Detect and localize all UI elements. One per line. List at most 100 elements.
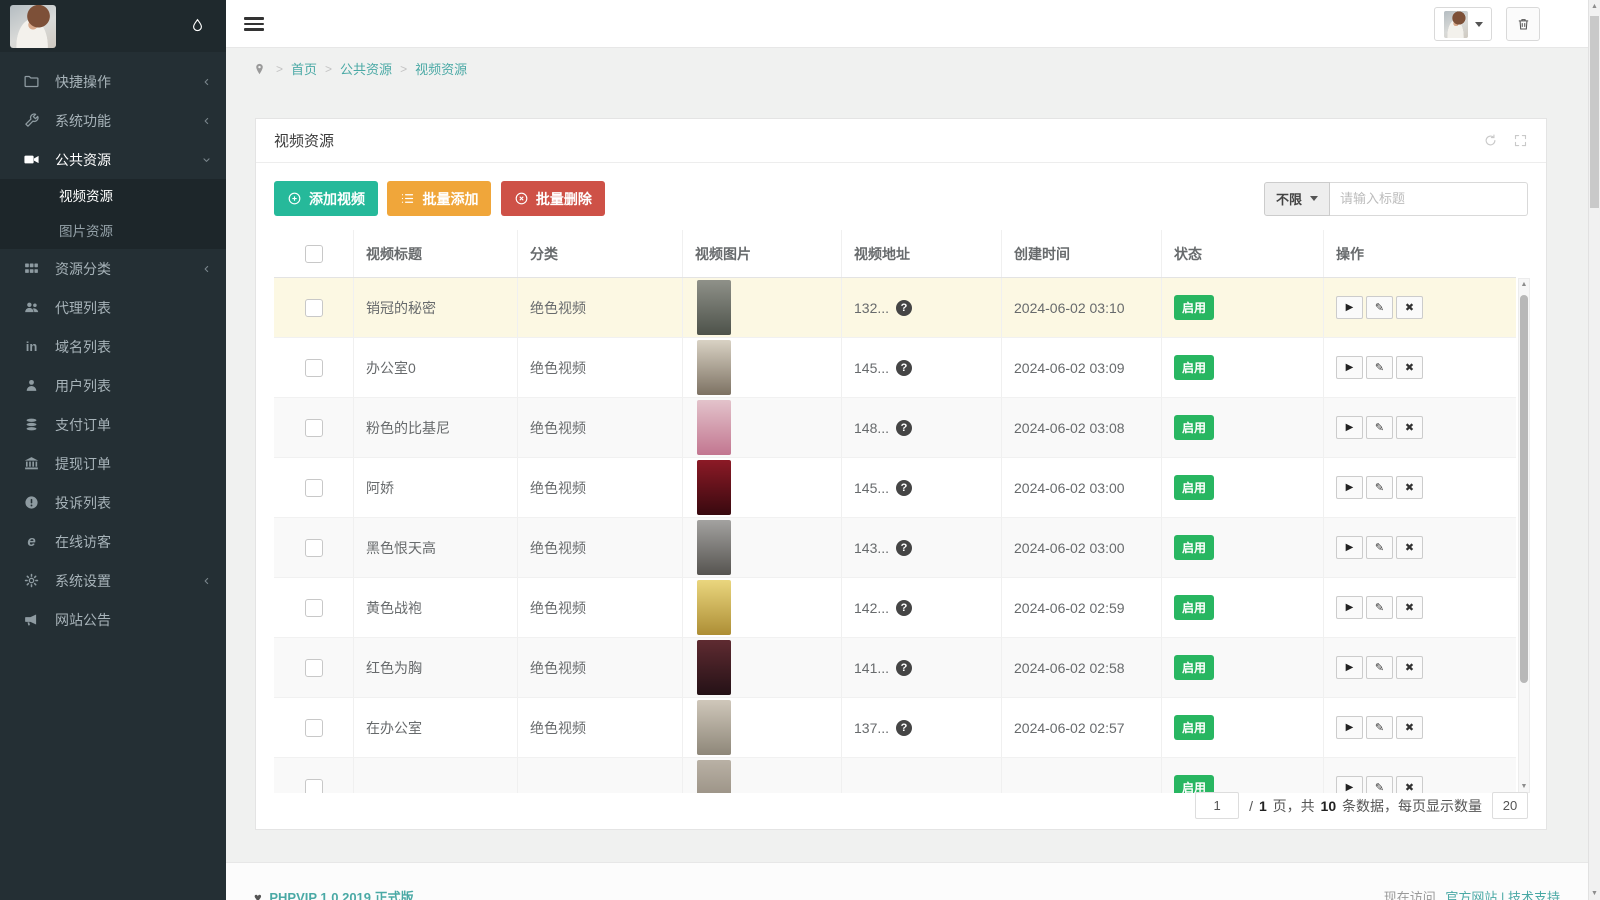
- trash-button[interactable]: [1506, 7, 1540, 41]
- play-button[interactable]: ▶: [1336, 356, 1363, 379]
- user-avatar-button[interactable]: [1434, 7, 1492, 41]
- sidebar-item-site-announcements[interactable]: 网站公告: [0, 600, 226, 639]
- status-badge: 启用: [1174, 595, 1215, 620]
- sidebar-item-system-settings[interactable]: 系统设置: [0, 561, 226, 600]
- play-button[interactable]: ▶: [1336, 536, 1363, 559]
- table-toolbar: 添加视频 批量添加 批量删除 不限: [274, 181, 1528, 216]
- select-all-checkbox[interactable]: [304, 244, 323, 263]
- delete-button[interactable]: ✖: [1396, 716, 1423, 739]
- page-input[interactable]: [1195, 792, 1240, 819]
- video-thumbnail[interactable]: [697, 760, 731, 793]
- footer-visitors-text: 现在访问: [1383, 890, 1436, 900]
- delete-button[interactable]: ✖: [1396, 596, 1423, 619]
- play-button[interactable]: ▶: [1336, 416, 1363, 439]
- sidebar-item-withdraw-orders[interactable]: 提现订单: [0, 444, 226, 483]
- scroll-down-arrow-icon[interactable]: ▼: [1519, 783, 1529, 790]
- edit-button[interactable]: ✎: [1366, 596, 1393, 619]
- sidebar-item-online-visitors[interactable]: e 在线访客: [0, 522, 226, 561]
- play-button[interactable]: ▶: [1336, 476, 1363, 499]
- edit-button[interactable]: ✎: [1366, 296, 1393, 319]
- edit-button[interactable]: ✎: [1366, 476, 1393, 499]
- sidebar-item-system-functions[interactable]: 系统功能: [0, 101, 226, 140]
- footer-left-link[interactable]: PHPVIP 1.0.2019 正式版: [269, 890, 413, 900]
- delete-button[interactable]: ✖: [1396, 416, 1423, 439]
- video-thumbnail[interactable]: [697, 700, 731, 755]
- expand-icon[interactable]: [1513, 133, 1528, 148]
- bullhorn-icon: [22, 611, 41, 628]
- logo-avatar[interactable]: [10, 4, 56, 48]
- hamburger-menu-button[interactable]: [244, 17, 264, 34]
- edit-button[interactable]: ✎: [1366, 776, 1393, 793]
- category-filter-dropdown[interactable]: 不限: [1263, 181, 1330, 216]
- row-checkbox[interactable]: [304, 358, 323, 377]
- row-checkbox[interactable]: [304, 298, 323, 317]
- column-header-title: 视频标题: [354, 230, 518, 277]
- play-button[interactable]: ▶: [1336, 716, 1363, 739]
- scroll-up-arrow-icon[interactable]: ▲: [1519, 281, 1529, 288]
- sidebar-item-resource-categories[interactable]: 资源分类: [0, 249, 226, 288]
- thumbnail-cell: [683, 638, 842, 697]
- breadcrumb-home-link[interactable]: 首页: [291, 59, 317, 78]
- video-thumbnail[interactable]: [697, 340, 731, 395]
- edit-button[interactable]: ✎: [1366, 416, 1393, 439]
- sidebar-item-payment-orders[interactable]: 支付订单: [0, 405, 226, 444]
- table-scrollbar-thumb[interactable]: [1520, 295, 1528, 683]
- breadcrumb-video-resources-link[interactable]: 视频资源: [415, 59, 467, 78]
- scroll-up-arrow-icon[interactable]: ▲: [1589, 3, 1600, 10]
- sidebar-item-video-resources[interactable]: 视频资源: [0, 179, 226, 214]
- table-scrollbar[interactable]: ▲ ▼: [1518, 278, 1530, 793]
- batch-delete-button[interactable]: 批量删除: [500, 181, 605, 216]
- page-size-input[interactable]: [1492, 792, 1528, 819]
- video-thumbnail[interactable]: [697, 400, 731, 455]
- sidebar-item-agent-list[interactable]: 代理列表: [0, 288, 226, 327]
- row-checkbox[interactable]: [304, 658, 323, 677]
- video-thumbnail[interactable]: [697, 460, 731, 515]
- row-checkbox[interactable]: [304, 478, 323, 497]
- page-scrollbar[interactable]: ▲ ▼: [1588, 0, 1600, 900]
- users-icon: [22, 299, 41, 316]
- refresh-icon[interactable]: [1483, 133, 1498, 148]
- delete-button[interactable]: ✖: [1396, 356, 1423, 379]
- sidebar-item-domain-list[interactable]: in 域名列表: [0, 327, 226, 366]
- row-checkbox[interactable]: [304, 418, 323, 437]
- delete-button[interactable]: ✖: [1396, 656, 1423, 679]
- play-button[interactable]: ▶: [1336, 296, 1363, 319]
- row-checkbox[interactable]: [304, 538, 323, 557]
- sidebar-item-public-resources[interactable]: 公共资源: [0, 140, 226, 179]
- edit-button[interactable]: ✎: [1366, 356, 1393, 379]
- edit-button[interactable]: ✎: [1366, 656, 1393, 679]
- video-title-cell: 办公室0: [354, 338, 518, 397]
- video-thumbnail[interactable]: [697, 640, 731, 695]
- play-button[interactable]: ▶: [1336, 776, 1363, 793]
- edit-button[interactable]: ✎: [1366, 716, 1393, 739]
- created-time-cell: 2024-06-02 02:58: [1002, 638, 1162, 697]
- add-video-button[interactable]: 添加视频: [274, 181, 378, 216]
- user-icon: [22, 377, 41, 394]
- footer-right-link[interactable]: 官方网站 | 技术支持: [1445, 890, 1560, 900]
- video-thumbnail[interactable]: [697, 580, 731, 635]
- video-thumbnail[interactable]: [697, 280, 731, 335]
- page-scrollbar-thumb[interactable]: [1590, 16, 1599, 208]
- play-button[interactable]: ▶: [1336, 656, 1363, 679]
- title-search-input[interactable]: [1330, 181, 1528, 216]
- delete-button[interactable]: ✖: [1396, 776, 1423, 793]
- breadcrumb-public-resources-link[interactable]: 公共资源: [340, 59, 392, 78]
- row-checkbox[interactable]: [304, 778, 323, 793]
- play-button[interactable]: ▶: [1336, 596, 1363, 619]
- delete-button[interactable]: ✖: [1396, 476, 1423, 499]
- sidebar-item-quick-actions[interactable]: 快捷操作: [0, 62, 226, 101]
- scroll-down-arrow-icon[interactable]: ▼: [1589, 890, 1600, 897]
- row-checkbox[interactable]: [304, 598, 323, 617]
- thumbnail-cell: [683, 458, 842, 517]
- sidebar-item-image-resources[interactable]: 图片资源: [0, 214, 226, 249]
- batch-add-button[interactable]: 批量添加: [387, 181, 492, 216]
- video-thumbnail[interactable]: [697, 520, 731, 575]
- row-checkbox[interactable]: [304, 718, 323, 737]
- sidebar-item-user-list[interactable]: 用户列表: [0, 366, 226, 405]
- delete-button[interactable]: ✖: [1396, 536, 1423, 559]
- sidebar-item-complaint-list[interactable]: 投诉列表: [0, 483, 226, 522]
- edit-button[interactable]: ✎: [1366, 536, 1393, 559]
- heart-icon: ♥: [254, 890, 262, 900]
- delete-button[interactable]: ✖: [1396, 296, 1423, 319]
- status-cell: 启用: [1162, 278, 1324, 337]
